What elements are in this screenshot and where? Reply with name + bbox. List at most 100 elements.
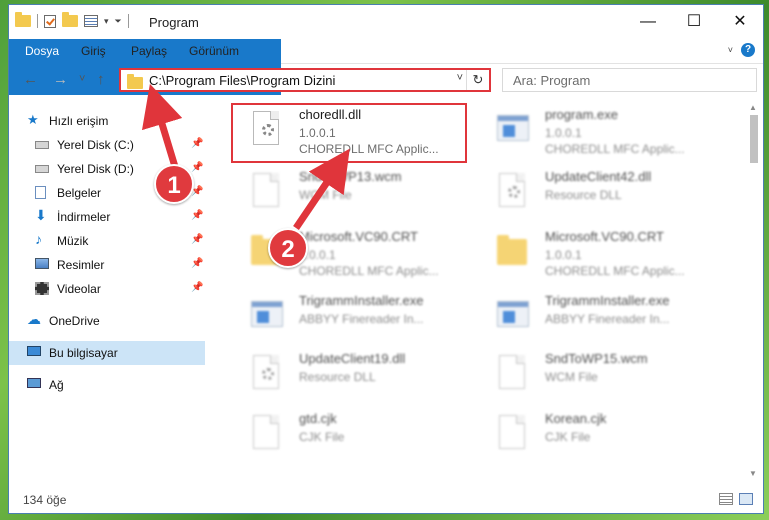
file-item[interactable]: Korean.cjk CJK File [479,409,719,465]
close-button[interactable]: ✕ [717,5,763,39]
scroll-down-icon[interactable]: ▼ [749,469,757,478]
tab-view[interactable]: Görünüm [179,39,249,63]
vertical-scrollbar[interactable]: ▲ ▼ [747,101,761,479]
file-name: UpdateClient19.dll [299,351,406,366]
tab-share[interactable]: Paylaş [121,39,177,63]
pin-icon[interactable]: 📌 [191,234,203,245]
scrollbar-thumb[interactable] [750,115,758,163]
search-placeholder: Ara: Program [513,73,591,88]
sidebar-item-label: İndirmeler [57,210,111,224]
file-item[interactable]: TrigrammInstaller.exe ABBYY Finereader I… [233,291,473,347]
sidebar-item-local-disk-c[interactable]: Yerel Disk (C:) 📌 [9,133,205,157]
drive-icon [35,141,49,149]
address-bar[interactable]: C:\Program Files\Program Dizini ˅ ↻ [119,68,491,92]
refresh-button[interactable]: ↻ [466,70,489,90]
sidebar-item-label: Hızlı erişim [49,114,109,128]
dll-icon [251,355,283,395]
folder-icon [127,74,143,89]
chevron-down-icon[interactable]: ▾ [104,16,109,27]
scroll-up-icon[interactable]: ▲ [749,103,757,112]
details-view-icon[interactable] [719,493,733,505]
file-type: Resource DLL [299,370,376,384]
file-item[interactable]: Microsoft.VC90.CRT 1.0.0.1 CHOREDLL MFC … [479,227,719,283]
file-name: gtd.cjk [299,411,337,426]
file-description: CHOREDLL MFC Applic... [299,264,439,278]
search-input[interactable]: Ara: Program [502,68,757,92]
pin-icon[interactable]: 📌 [191,258,203,269]
exe-icon [497,111,529,151]
sidebar-item-label: Yerel Disk (C:) [57,138,134,152]
file-version: 1.0.0.1 [545,248,582,262]
sidebar-item-music[interactable]: ♪ Müzik 📌 [9,229,205,253]
computer-icon [27,346,41,356]
file-name: Microsoft.VC90.CRT [545,229,664,244]
file-description: CHOREDLL MFC Applic... [545,142,685,156]
sidebar-item-label: Bu bilgisayar [49,346,118,360]
network-icon [27,378,41,388]
sidebar-item-videos[interactable]: Videolar 📌 [9,277,205,301]
back-button[interactable]: ← [23,71,38,88]
videos-icon [35,282,49,295]
file-description: ABBYY Finereader In... [545,312,670,326]
sidebar-item-label: Müzik [57,234,89,248]
sidebar-item-downloads[interactable]: ⬇ İndirmeler 📌 [9,205,205,229]
sidebar-item-label: Resimler [57,258,105,272]
file-item[interactable]: gtd.cjk CJK File [233,409,473,465]
window-title: Program [149,15,199,30]
address-path[interactable]: C:\Program Files\Program Dizini [149,73,335,88]
sidebar-item-onedrive[interactable]: ☁ OneDrive [9,309,205,333]
file-description: CHOREDLL MFC Applic... [545,264,685,278]
file-list: choredll.dll 1.0.0.1 CHOREDLL MFC Applic… [215,101,743,481]
exe-icon [497,297,529,337]
folder-icon [15,12,31,27]
file-name: TrigrammInstaller.exe [299,293,424,308]
highlight-box [231,103,467,163]
sidebar-item-label: Ağ [49,378,64,392]
sidebar-item-network[interactable]: Ağ [9,373,205,397]
file-item[interactable]: UpdateClient42.dll Resource DLL [479,167,719,223]
file-name: Korean.cjk [545,411,607,426]
pin-icon[interactable]: 📌 [191,282,203,293]
divider [37,14,38,28]
pin-icon[interactable]: 📌 [191,138,203,149]
file-item[interactable]: TrigrammInstaller.exe ABBYY Finereader I… [479,291,719,347]
minimize-button[interactable]: — [625,5,671,39]
expand-ribbon-icon[interactable]: ˅ [728,45,733,55]
file-type: WCM File [545,370,598,384]
sidebar-item-label: OneDrive [49,314,100,328]
help-icon[interactable]: ? [741,43,755,57]
download-icon: ⬇ [35,207,47,223]
sidebar-item-quick-access[interactable]: ★ Hızlı erişim [9,109,205,133]
properties-check-icon[interactable] [44,14,56,28]
pin-icon[interactable]: 📌 [191,210,203,221]
sidebar-item-this-pc[interactable]: Bu bilgisayar [9,341,205,365]
sidebar-item-label: Videolar [57,282,101,296]
recent-locations-button[interactable]: ˅ [79,73,85,85]
up-button[interactable]: ↑ [97,71,105,88]
chevron-down-icon[interactable]: ˅ [457,72,463,84]
tab-home[interactable]: Giriş [71,39,116,63]
pin-icon[interactable]: 📌 [191,162,203,173]
file-icon [251,415,283,455]
maximize-button[interactable]: ☐ [671,5,717,39]
file-item[interactable]: program.exe 1.0.0.1 CHOREDLL MFC Applic.… [479,105,719,161]
file-version: 1.0.0.1 [545,126,582,140]
file-item[interactable]: UpdateClient19.dll Resource DLL [233,349,473,405]
file-icon [251,173,283,213]
sidebar-item-pictures[interactable]: Resimler 📌 [9,253,205,277]
star-icon: ★ [27,112,39,127]
file-item[interactable]: SndToWP13.wcm WCM File [233,167,473,223]
large-icons-view-icon[interactable] [739,493,753,505]
file-description: ABBYY Finereader In... [299,312,424,326]
customize-toolbar-icon[interactable]: ⏷ [115,16,122,27]
file-item[interactable]: SndToWP15.wcm WCM File [479,349,719,405]
title-bar: ▾ ⏷ Program — ☐ ✕ [9,5,763,39]
file-icon [497,355,529,395]
file-type: CJK File [299,430,345,444]
pictures-icon [35,258,49,269]
forward-button[interactable]: → [53,71,68,88]
exe-icon [251,297,283,337]
properties-icon[interactable] [84,15,98,27]
new-folder-icon[interactable] [62,12,78,27]
file-name: TrigrammInstaller.exe [545,293,670,308]
